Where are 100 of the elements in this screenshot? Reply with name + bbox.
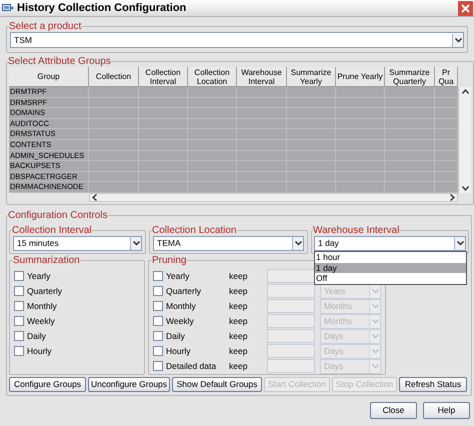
checkbox[interactable]: [153, 361, 163, 371]
action-button[interactable]: Show Default Groups: [172, 377, 262, 392]
checkbox-label: Quarterly: [166, 286, 202, 296]
checkbox-label: Hourly: [27, 346, 52, 356]
section-label: Select Attribute Groups: [8, 56, 111, 67]
chevron-down-icon: [372, 364, 378, 368]
table-cell: [188, 182, 237, 193]
checkbox-label: Daily: [166, 332, 186, 340]
section-label: Select a product: [9, 21, 82, 32]
table-cell: [385, 87, 435, 98]
scroll-left-icon: [92, 194, 97, 201]
section-label: Warehouse Interval: [313, 225, 400, 236]
action-button[interactable]: Unconfigure Groups: [88, 377, 170, 392]
checkbox-label: Monthly: [166, 302, 197, 310]
checkbox[interactable]: [153, 286, 163, 296]
table-cell: [336, 87, 385, 98]
dialog-button[interactable]: Close: [370, 402, 417, 419]
number-field[interactable]: [267, 344, 315, 358]
table-cell: [435, 98, 458, 108]
section-label: Summarization: [13, 255, 80, 266]
keep-label: keep: [229, 286, 248, 296]
checkbox[interactable]: [14, 286, 24, 296]
checkbox-label: Daily: [27, 332, 46, 340]
column-header[interactable]: Summarize Yearly: [287, 67, 336, 87]
column-header[interactable]: Collection Interval: [139, 67, 188, 87]
keep-label: keep: [229, 272, 248, 280]
dropdown-option[interactable]: 1 day: [315, 262, 466, 273]
checkbox[interactable]: [153, 331, 163, 341]
column-header[interactable]: Prune Yearly: [336, 67, 385, 87]
column-header[interactable]: Group: [9, 67, 89, 87]
number-field[interactable]: [267, 359, 315, 373]
checkbox[interactable]: [14, 271, 24, 281]
keep-label: keep: [229, 362, 248, 370]
column-header[interactable]: Summarize Quarterly: [385, 67, 435, 87]
table-cell: [287, 87, 336, 98]
checkbox[interactable]: [153, 271, 163, 281]
keep-label: keep: [229, 302, 248, 310]
checkbox-label: Weekly: [166, 316, 195, 326]
checkbox[interactable]: [153, 316, 163, 326]
chevron-down-icon: [454, 38, 462, 42]
number-field[interactable]: [267, 329, 315, 343]
keep-label: keep: [229, 346, 248, 356]
keep-label: keep: [229, 316, 248, 326]
checkbox-label: Yearly: [166, 272, 190, 280]
action-button[interactable]: Configure Groups: [9, 377, 86, 392]
table-cell: [435, 108, 458, 119]
checkbox-label: Yearly: [27, 272, 50, 280]
checkbox[interactable]: [14, 331, 24, 341]
table-cell: [237, 182, 287, 193]
dropdown[interactable]: TSM: [10, 32, 464, 48]
chevron-down-icon: [456, 241, 464, 246]
table-cell: [435, 87, 458, 98]
checkbox-label: Monthly: [27, 302, 57, 310]
checkbox[interactable]: [14, 316, 24, 326]
scroll-up-icon: [462, 89, 468, 94]
dialog-button[interactable]: Help: [423, 402, 470, 419]
close-icon: [461, 4, 470, 12]
section-label: Configuration Controls: [8, 210, 108, 221]
column-header[interactable]: Collection Location: [188, 67, 237, 87]
table-cell: [89, 87, 139, 98]
number-field[interactable]: [267, 299, 315, 313]
checkbox-label: Quarterly: [27, 286, 62, 296]
number-field[interactable]: [267, 284, 315, 298]
chevron-down-icon: [372, 318, 378, 324]
checkbox[interactable]: [153, 301, 163, 311]
column-header[interactable]: Warehouse Interval: [237, 67, 287, 87]
dropdown[interactable]: TEMA: [153, 236, 304, 251]
table-cell: [435, 161, 458, 172]
checkbox-label: Hourly: [166, 346, 192, 356]
checkbox-label: Weekly: [27, 316, 55, 326]
table-cell: [385, 182, 435, 193]
column-header[interactable]: Pr Qua: [435, 67, 458, 87]
window-title: History Collection Configuration: [17, 2, 188, 14]
checkbox[interactable]: [153, 346, 163, 356]
table-cell: [139, 182, 188, 193]
checkbox[interactable]: [14, 346, 24, 356]
number-field[interactable]: [267, 269, 315, 283]
dropdown[interactable]: 1 day: [314, 236, 466, 251]
chevron-down-icon: [372, 334, 378, 338]
column-header[interactable]: Collection: [89, 67, 139, 87]
chevron-down-icon: [372, 348, 378, 354]
table-cell: [435, 129, 458, 140]
dropdown[interactable]: 15 minutes: [13, 236, 142, 251]
table-cell: [435, 140, 458, 151]
horizontal-scrollbar[interactable]: [89, 193, 458, 202]
table-cell: [139, 87, 188, 98]
checkbox[interactable]: [14, 301, 24, 311]
table-cell: [188, 87, 237, 98]
chevron-down-icon: [372, 288, 378, 294]
chevron-down-icon: [132, 241, 140, 246]
table-cell: [435, 118, 458, 130]
table-cell: [89, 182, 139, 193]
close-button[interactable]: [458, 0, 473, 16]
action-button[interactable]: Refresh Status: [399, 377, 467, 392]
checkbox-label: Detailed data: [166, 362, 218, 370]
table-cell: [237, 87, 287, 98]
vertical-scrollbar[interactable]: [458, 87, 471, 193]
section-label: Collection Location: [152, 225, 236, 236]
keep-label: keep: [229, 332, 248, 340]
number-field[interactable]: [267, 314, 315, 328]
